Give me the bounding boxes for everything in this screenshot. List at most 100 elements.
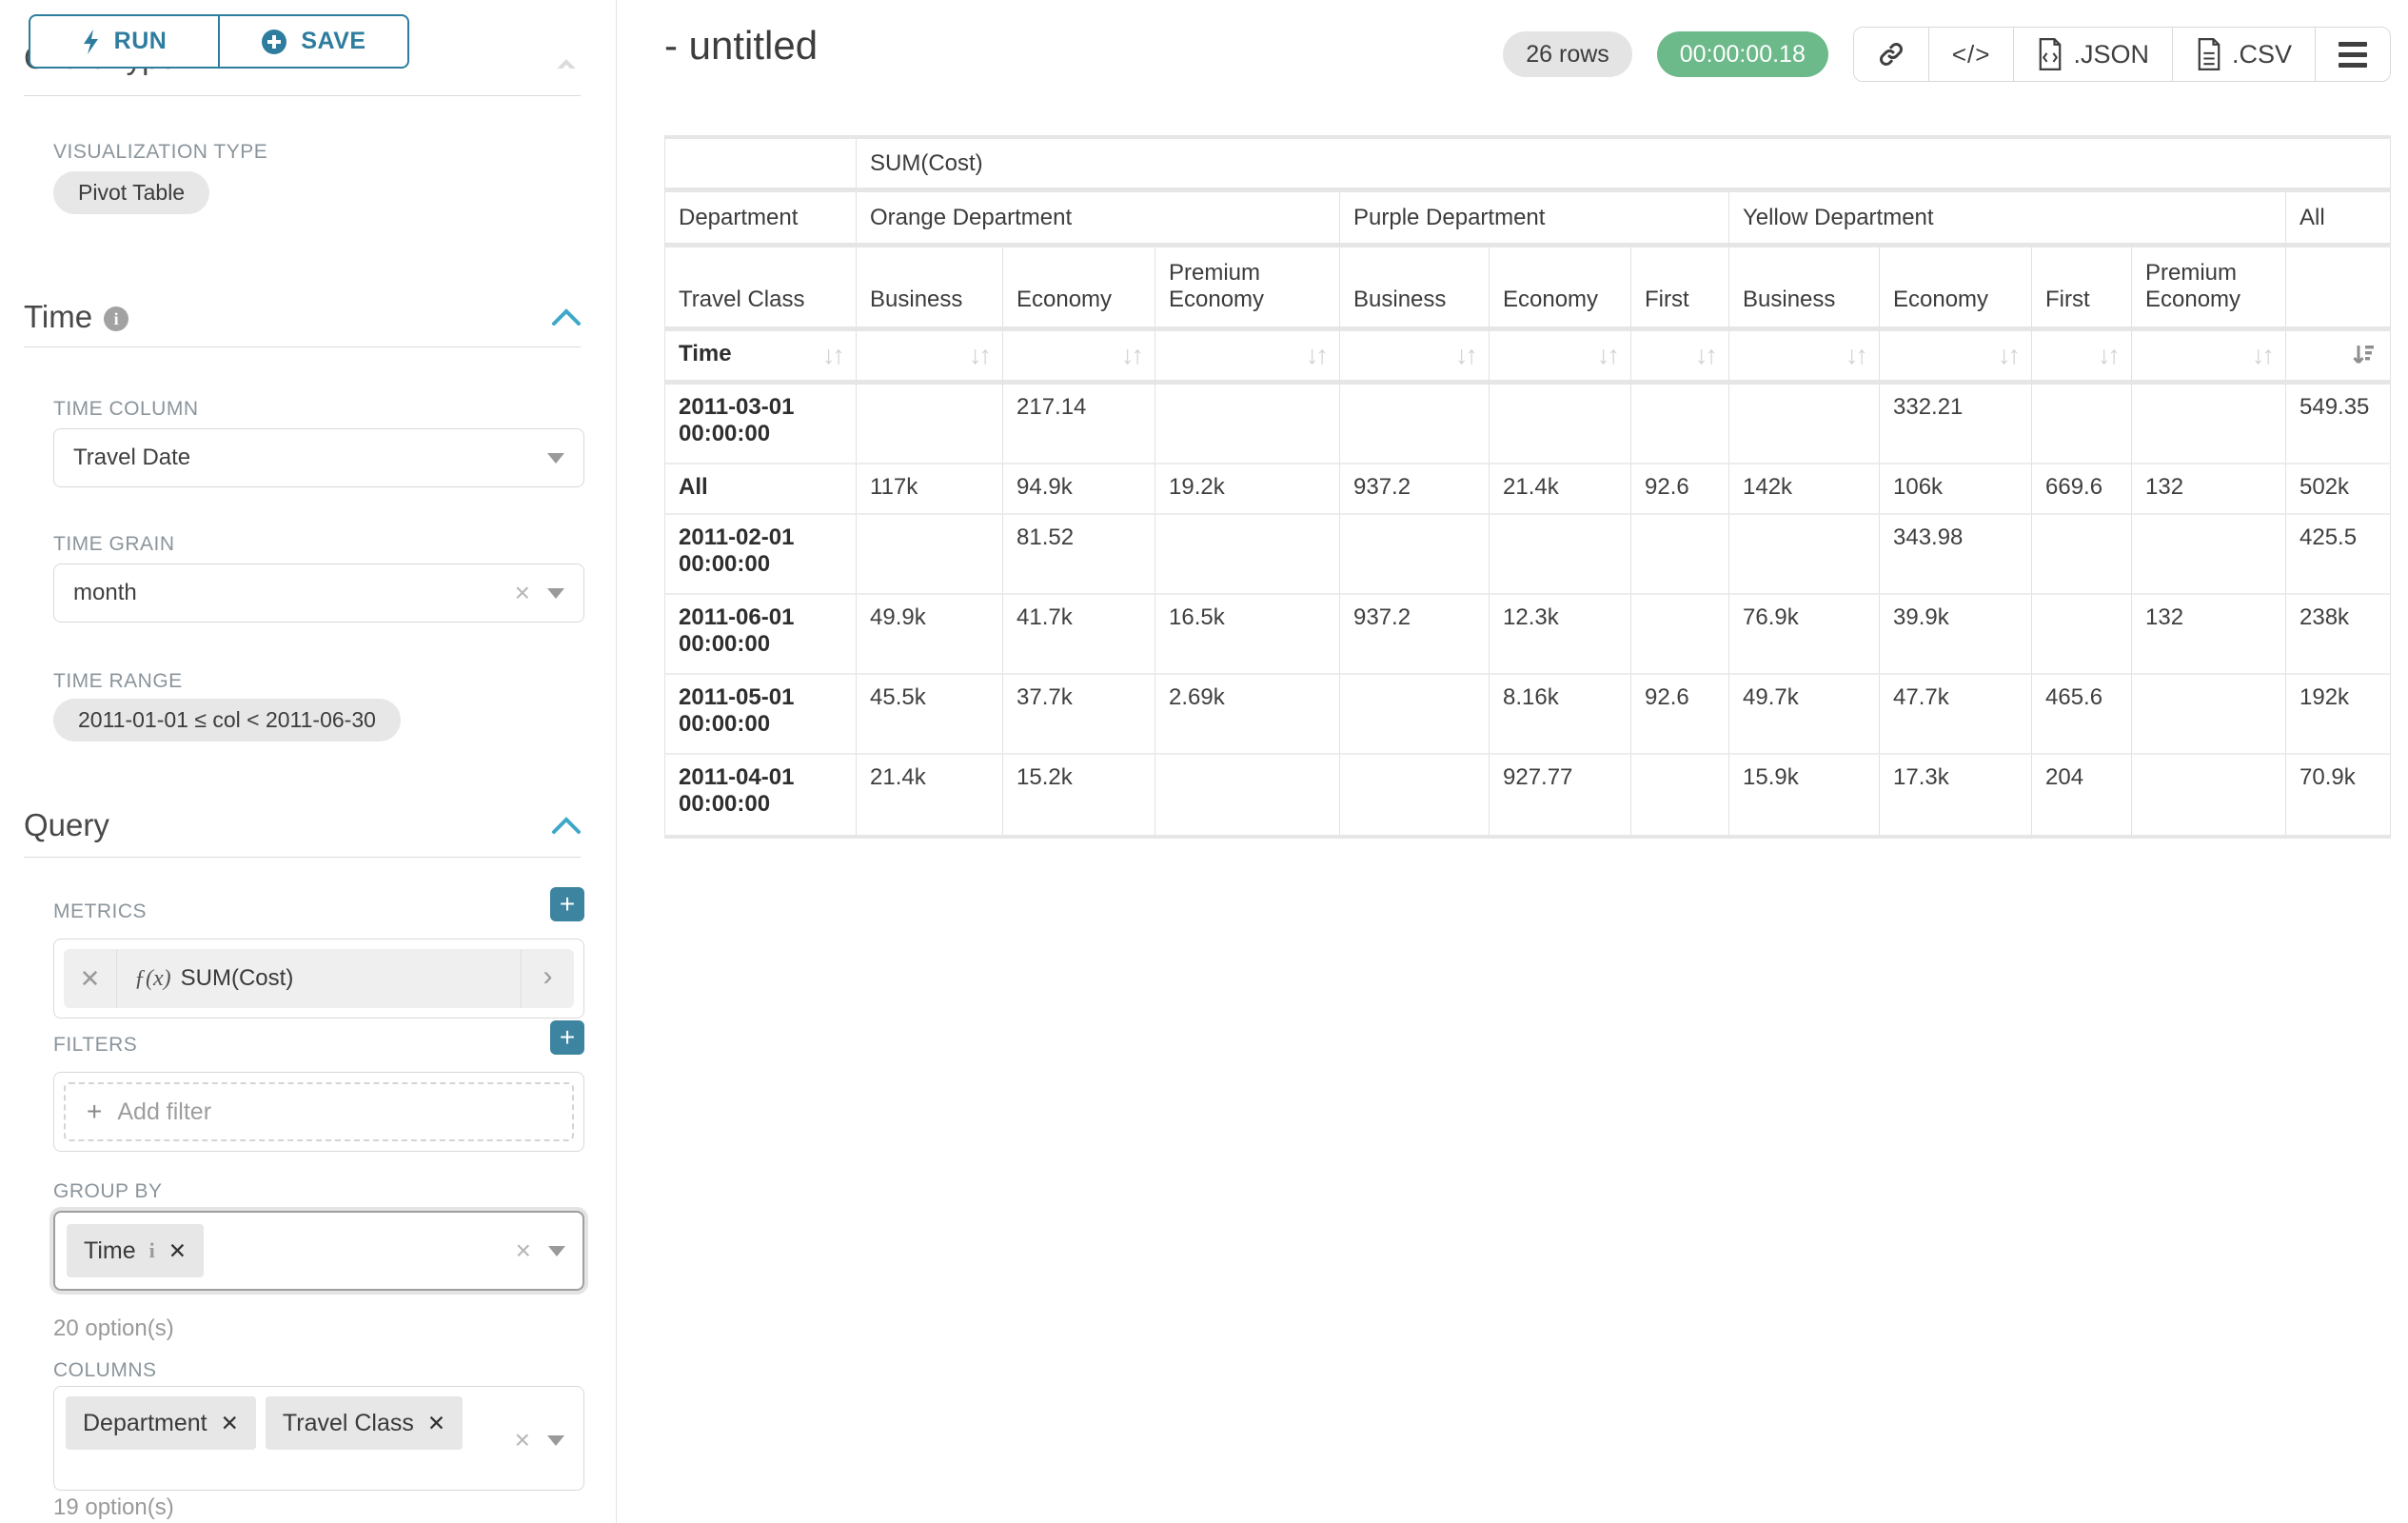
- travel-class-header: Business: [857, 247, 1003, 331]
- pivot-value-cell: 12.3k: [1490, 595, 1631, 675]
- remove-metric-icon[interactable]: ✕: [64, 949, 117, 1008]
- pivot-row-label: 2011-02-01 00:00:00: [664, 515, 857, 595]
- chart-panel: - untitled 26 rows 00:00:00.18 </> .JSON…: [618, 0, 2408, 1523]
- clear-icon[interactable]: ×: [515, 578, 530, 608]
- time-range-value[interactable]: 2011-01-01 ≤ col < 2011-06-30: [53, 699, 401, 742]
- embed-code-button[interactable]: </>: [1928, 28, 2014, 81]
- query-timer-badge: 00:00:00.18: [1657, 31, 1828, 77]
- sort-toggle-icon[interactable]: ↓↑: [2098, 341, 2118, 370]
- group-by-tag[interactable]: Time i ✕: [67, 1224, 204, 1277]
- pivot-value-cell: 76.9k: [1729, 595, 1880, 675]
- travel-class-header: Premium Economy: [2132, 247, 2286, 331]
- section-divider: [24, 346, 581, 347]
- department-group-header: Orange Department: [857, 192, 1340, 247]
- columns-tag[interactable]: Department ✕: [66, 1396, 256, 1450]
- sort-toggle-icon[interactable]: ↓↑: [1597, 341, 1617, 370]
- pivot-value-cell: 937.2: [1340, 595, 1490, 675]
- visualization-type-value[interactable]: Pivot Table: [53, 171, 209, 214]
- save-button[interactable]: SAVE: [219, 14, 409, 69]
- remove-tag-icon[interactable]: ✕: [427, 1411, 445, 1436]
- filters-label: FILTERS: [53, 1034, 137, 1057]
- columns-select[interactable]: Department ✕ Travel Class ✕ ×: [53, 1386, 584, 1491]
- time-collapse-icon[interactable]: [550, 307, 582, 327]
- expand-metric-icon[interactable]: ›: [521, 949, 574, 1008]
- pivot-value-cell: [2132, 385, 2286, 465]
- pivot-row: 2011-03-01 00:00:00217.14332.21549.35: [664, 385, 2391, 465]
- pivot-value-cell: 19.2k: [1155, 465, 1340, 515]
- pivot-value-cell: 238k: [2286, 595, 2391, 675]
- sort-toggle-icon[interactable]: ↓↑: [1306, 341, 1326, 370]
- group-by-label: GROUP BY: [53, 1180, 162, 1203]
- sort-toggle-icon[interactable]: ↓↑: [2252, 341, 2272, 370]
- sort-toggle-icon[interactable]: ↓↑: [1455, 341, 1475, 370]
- metric-header: SUM(Cost): [857, 139, 2391, 192]
- add-filter-button[interactable]: +: [550, 1020, 584, 1055]
- pivot-value-cell: 92.6: [1631, 675, 1729, 755]
- pivot-value-cell: 8.16k: [1490, 675, 1631, 755]
- chevron-down-icon[interactable]: [547, 453, 564, 464]
- clear-icon[interactable]: ×: [516, 1236, 531, 1266]
- pivot-row: 2011-04-01 00:00:0021.4k15.2k927.7715.9k…: [664, 755, 2391, 835]
- add-filter-dropzone[interactable]: + Add filter: [64, 1082, 574, 1141]
- pivot-value-cell: 37.7k: [1003, 675, 1155, 755]
- sort-toggle-icon[interactable]: ↓↑: [1695, 341, 1715, 370]
- clear-icon[interactable]: ×: [515, 1425, 530, 1455]
- info-icon[interactable]: i: [149, 1238, 155, 1263]
- sort-toggle-icon[interactable]: ↓↑: [1121, 341, 1141, 370]
- sort-descending-icon[interactable]: [2351, 343, 2377, 368]
- pivot-value-cell: [1155, 755, 1340, 835]
- travel-class-header: First: [2032, 247, 2132, 331]
- group-by-select[interactable]: Time i ✕ ×: [49, 1207, 588, 1295]
- lightning-icon: [82, 29, 101, 55]
- chevron-down-icon[interactable]: [548, 1246, 565, 1256]
- add-filter-placeholder: Add filter: [117, 1098, 211, 1126]
- query-collapse-icon[interactable]: [550, 815, 582, 836]
- pivot-value-cell: 937.2: [1340, 465, 1490, 515]
- sort-toggle-icon[interactable]: ↓↑: [822, 341, 842, 370]
- export-csv-button[interactable]: .CSV: [2172, 28, 2315, 81]
- info-icon[interactable]: i: [104, 307, 128, 331]
- pivot-value-cell: 549.35: [2286, 385, 2391, 465]
- travel-class-header: Economy: [1003, 247, 1155, 331]
- chart-type-collapse-icon[interactable]: [550, 57, 582, 69]
- time-column-select[interactable]: Travel Date: [53, 428, 584, 487]
- columns-tag[interactable]: Travel Class ✕: [266, 1396, 463, 1450]
- chart-title[interactable]: - untitled: [664, 23, 818, 69]
- pivot-value-cell: 21.4k: [1490, 465, 1631, 515]
- pivot-value-cell: [2132, 675, 2286, 755]
- run-button[interactable]: RUN: [29, 14, 219, 69]
- pivot-value-cell: 204: [2032, 755, 2132, 835]
- pivot-row: 2011-06-01 00:00:0049.9k41.7k16.5k937.21…: [664, 595, 2391, 675]
- pivot-value-cell: [1631, 385, 1729, 465]
- menu-button[interactable]: [2315, 28, 2390, 81]
- travel-class-header: [2286, 247, 2391, 331]
- sort-toggle-icon[interactable]: ↓↑: [1845, 341, 1865, 370]
- sort-toggle-icon[interactable]: ↓↑: [969, 341, 989, 370]
- time-range-label: TIME RANGE: [53, 670, 183, 693]
- travel-class-header: Economy: [1490, 247, 1631, 331]
- export-json-button[interactable]: .JSON: [2013, 28, 2172, 81]
- columns-options-count: 19 option(s): [53, 1494, 174, 1521]
- remove-tag-icon[interactable]: ✕: [168, 1238, 187, 1264]
- pivot-value-cell: 117k: [857, 465, 1003, 515]
- pivot-value-cell: 21.4k: [857, 755, 1003, 835]
- copy-link-button[interactable]: [1854, 28, 1928, 81]
- export-json-label: .JSON: [2073, 40, 2149, 69]
- sort-toggle-icon[interactable]: ↓↑: [1998, 341, 2018, 370]
- time-grain-select[interactable]: month ×: [53, 564, 584, 623]
- chart-header-actions: 26 rows 00:00:00.18 </> .JSON .CSV: [1503, 27, 2391, 82]
- chevron-down-icon[interactable]: [547, 588, 564, 599]
- columns-tag-label: Travel Class: [283, 1410, 414, 1437]
- pivot-value-cell: 106k: [1880, 465, 2032, 515]
- row-count-badge: 26 rows: [1503, 31, 1632, 77]
- pivot-row-label: 2011-03-01 00:00:00: [664, 385, 857, 465]
- pivot-value-cell: 45.5k: [857, 675, 1003, 755]
- travel-class-header: Business: [1729, 247, 1880, 331]
- chevron-down-icon[interactable]: [547, 1435, 564, 1446]
- remove-tag-icon[interactable]: ✕: [221, 1411, 239, 1436]
- pivot-value-cell: 927.77: [1490, 755, 1631, 835]
- metric-chip[interactable]: ✕ ƒ(x)SUM(Cost) ›: [64, 949, 574, 1008]
- add-metric-button[interactable]: +: [550, 887, 584, 921]
- pivot-value-cell: [1631, 755, 1729, 835]
- pivot-value-cell: [857, 515, 1003, 595]
